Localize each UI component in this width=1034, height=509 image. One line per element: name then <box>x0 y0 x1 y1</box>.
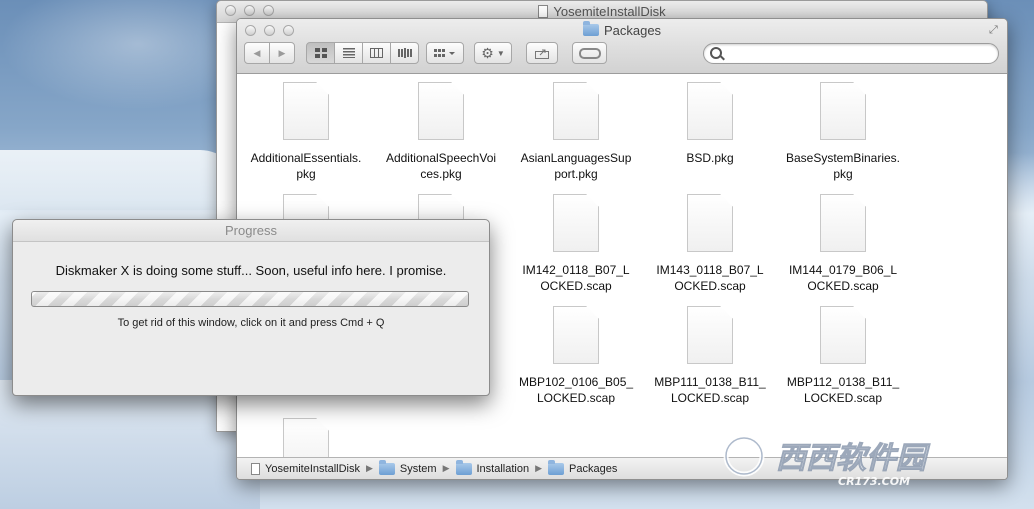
icon-view-icon <box>314 48 327 58</box>
finder-title-text: Packages <box>603 23 662 38</box>
file-icon <box>820 82 866 140</box>
file-icon <box>687 306 733 364</box>
file-icon <box>687 194 733 252</box>
path-item-installation[interactable]: Installation <box>455 459 530 475</box>
nav-buttons: ◀ ▶ <box>244 42 295 64</box>
search-icon <box>710 47 722 59</box>
file-item[interactable]: IM143_0118_B07_LOCKED.scap <box>650 186 770 294</box>
file-item[interactable]: MBP112_0138_B11_LOCKED.scap <box>783 298 903 406</box>
column-view-button[interactable] <box>362 42 391 64</box>
coverflow-view-icon <box>397 48 412 58</box>
path-item-label: Installation <box>476 462 530 475</box>
finder-toolbar: ◀ ▶ ⚙ ▼ <box>237 42 1007 68</box>
file-icon <box>553 82 599 140</box>
arrange-icon <box>434 49 455 57</box>
disk-icon <box>538 5 549 18</box>
file-name: AdditionalEssentials.pkg <box>250 151 362 181</box>
gear-icon: ⚙ <box>481 44 494 61</box>
file-name: IM144_0179_B06_LOCKED.scap <box>788 263 898 293</box>
file-icon <box>553 194 599 252</box>
file-name: BSD.pkg <box>686 151 734 165</box>
list-view-icon <box>342 48 355 58</box>
forward-button[interactable]: ▶ <box>269 42 295 64</box>
watermark-logo: 西西软件园 CR173.COM <box>723 435 931 488</box>
disk-icon <box>251 462 260 475</box>
share-icon <box>535 49 549 59</box>
file-name: IM142_0118_B07_LOCKED.scap <box>522 263 630 293</box>
file-item[interactable]: IM144_0179_B06_LOCKED.scap <box>783 186 903 294</box>
file-item[interactable]: AdditionalEssentials.pkg <box>246 74 366 182</box>
path-separator-icon: ▶ <box>442 463 450 473</box>
file-icon <box>820 306 866 364</box>
finder-title: Packages <box>237 21 1007 38</box>
watermark-subtext: CR173.COM <box>838 475 910 488</box>
file-icon <box>687 82 733 140</box>
file-name: IM143_0118_B07_LOCKED.scap <box>656 263 764 293</box>
icon-view-button[interactable] <box>306 42 335 64</box>
progress-message: Diskmaker X is doing some stuff... Soon,… <box>55 263 447 278</box>
fullscreen-icon[interactable]: ⤢ <box>989 24 1001 36</box>
file-item[interactable]: MBP111_0138_B11_LOCKED.scap <box>650 298 770 406</box>
file-icon <box>418 82 464 140</box>
file-icon <box>820 194 866 252</box>
sky-cloud <box>0 0 230 110</box>
progress-hint: To get rid of this window, click on it a… <box>117 317 385 329</box>
path-item-packages[interactable]: Packages <box>548 459 618 475</box>
folder-icon <box>378 459 395 475</box>
file-item[interactable]: IM142_0118_B07_LOCKED.scap <box>516 186 636 294</box>
file-item[interactable]: MBP102_0106_B05_LOCKED.scap <box>516 298 636 406</box>
file-name: BaseSystemBinaries.pkg <box>785 151 901 181</box>
view-mode-buttons <box>306 42 419 64</box>
file-item[interactable]: BSD.pkg <box>650 74 770 166</box>
path-item-label: YosemiteInstallDisk <box>265 462 360 475</box>
back-button[interactable]: ◀ <box>244 42 270 64</box>
action-button[interactable]: ⚙ ▼ <box>474 42 512 64</box>
file-item[interactable]: AdditionalSpeechVoices.pkg <box>381 74 501 182</box>
file-name: MBP102_0106_B05_LOCKED.scap <box>518 375 634 405</box>
back-window-title: YosemiteInstallDisk <box>217 4 987 19</box>
file-icon <box>283 82 329 140</box>
path-separator-icon: ▶ <box>365 463 373 473</box>
progress-window[interactable]: Progress Diskmaker X is doing some stuff… <box>12 219 490 396</box>
forward-arrow-icon: ▶ <box>278 47 286 58</box>
arrange-button[interactable] <box>426 42 464 64</box>
list-view-button[interactable] <box>334 42 363 64</box>
path-separator-icon: ▶ <box>535 463 543 473</box>
folder-icon <box>455 459 472 475</box>
coverflow-view-button[interactable] <box>390 42 419 64</box>
search-input[interactable] <box>703 43 999 64</box>
file-name: AsianLanguagesSupport.pkg <box>520 151 632 181</box>
file-name: AdditionalSpeechVoices.pkg <box>385 151 497 181</box>
file-icon <box>553 306 599 364</box>
file-item[interactable]: AsianLanguagesSupport.pkg <box>516 74 636 182</box>
file-name: MBP111_0138_B11_LOCKED.scap <box>654 375 766 405</box>
progress-title: Progress <box>13 220 489 242</box>
file-name: MBP112_0138_B11_LOCKED.scap <box>786 375 900 405</box>
back-window-title-text: YosemiteInstallDisk <box>553 4 666 19</box>
folder-icon <box>582 21 599 36</box>
share-button[interactable] <box>526 42 558 64</box>
tags-button[interactable] <box>572 42 607 64</box>
ice-floe <box>0 150 240 210</box>
tag-icon <box>578 47 601 59</box>
chevron-down-icon: ▼ <box>496 48 505 58</box>
path-item-label: Packages <box>569 462 618 475</box>
back-arrow-icon: ◀ <box>253 47 261 58</box>
path-item-disk[interactable]: YosemiteInstallDisk <box>251 462 360 475</box>
column-view-icon <box>370 48 383 58</box>
finder-titlebar[interactable]: Packages ⤢ ◀ ▶ ⚙ ▼ <box>237 19 1007 74</box>
path-item-label: System <box>399 462 437 475</box>
progress-bar-indeterminate <box>31 291 469 307</box>
file-item[interactable]: BaseSystemBinaries.pkg <box>783 74 903 182</box>
folder-icon <box>548 459 565 475</box>
watermark-text: 西西软件园 <box>776 441 931 476</box>
path-item-system[interactable]: System <box>378 459 437 475</box>
